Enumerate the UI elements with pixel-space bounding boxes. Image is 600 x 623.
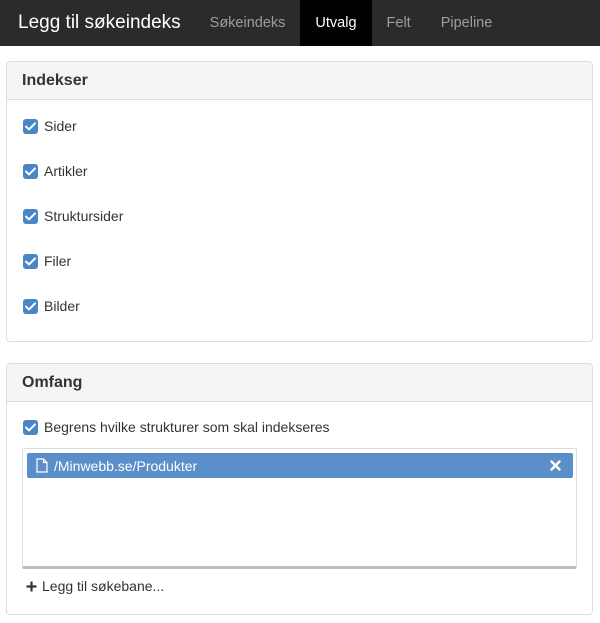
checkbox-sider[interactable]: Sider [23, 118, 77, 134]
checkbox-checked-icon[interactable] [23, 208, 38, 224]
checkbox-filer[interactable]: Filer [23, 253, 71, 269]
close-icon[interactable] [550, 460, 561, 471]
search-path-list[interactable]: /Minwebb.se/Produkter [22, 448, 577, 569]
checkbox-artikler[interactable]: Artikler [23, 163, 88, 179]
checkbox-struktursider[interactable]: Struktursider [23, 208, 123, 224]
checkbox-label: Filer [44, 253, 72, 269]
indexes-heading: Indekser [7, 62, 592, 100]
path-item[interactable]: /Minwebb.se/Produkter [27, 453, 573, 478]
add-path-label: Legg til søkebane... [42, 578, 165, 594]
checkbox-label: Begrens hvilke strukturer som skal indek… [44, 419, 330, 435]
scope-panel: Omfang Begrens hvilke strukturer som ska… [6, 363, 593, 615]
tab-pipeline[interactable]: Pipeline [426, 0, 508, 46]
checkbox-checked-icon[interactable] [23, 253, 38, 269]
checkbox-checked-icon[interactable] [23, 118, 38, 134]
page-title: Legg til søkeindeks [18, 12, 181, 33]
tab-bar: Søkeindeks Utvalg Felt Pipeline [195, 0, 508, 46]
add-search-path-button[interactable]: Legg til søkebane... [26, 578, 164, 594]
checkbox-checked-icon[interactable] [23, 298, 38, 314]
checkbox-label: Artikler [44, 163, 88, 179]
tab-utvalg[interactable]: Utvalg [300, 0, 372, 46]
tab-sokeindeks[interactable]: Søkeindeks [195, 0, 301, 46]
indexes-panel: Indekser Sider Artikler Struktursider Fi… [6, 61, 593, 342]
checkbox-label: Sider [44, 118, 77, 134]
top-navbar: Legg til søkeindeks Søkeindeks Utvalg Fe… [0, 0, 600, 46]
checkbox-label: Struktursider [44, 208, 124, 224]
checkbox-label: Bilder [44, 298, 80, 314]
file-icon [36, 458, 48, 473]
tab-felt[interactable]: Felt [372, 0, 426, 46]
checkbox-checked-icon[interactable] [23, 163, 38, 179]
scope-heading: Omfang [7, 364, 592, 402]
plus-icon [26, 581, 37, 592]
checkbox-checked-icon[interactable] [23, 419, 38, 435]
checkbox-restrict-structures[interactable]: Begrens hvilke strukturer som skal indek… [23, 419, 330, 435]
checkbox-bilder[interactable]: Bilder [23, 298, 80, 314]
path-label: /Minwebb.se/Produkter [54, 457, 198, 474]
